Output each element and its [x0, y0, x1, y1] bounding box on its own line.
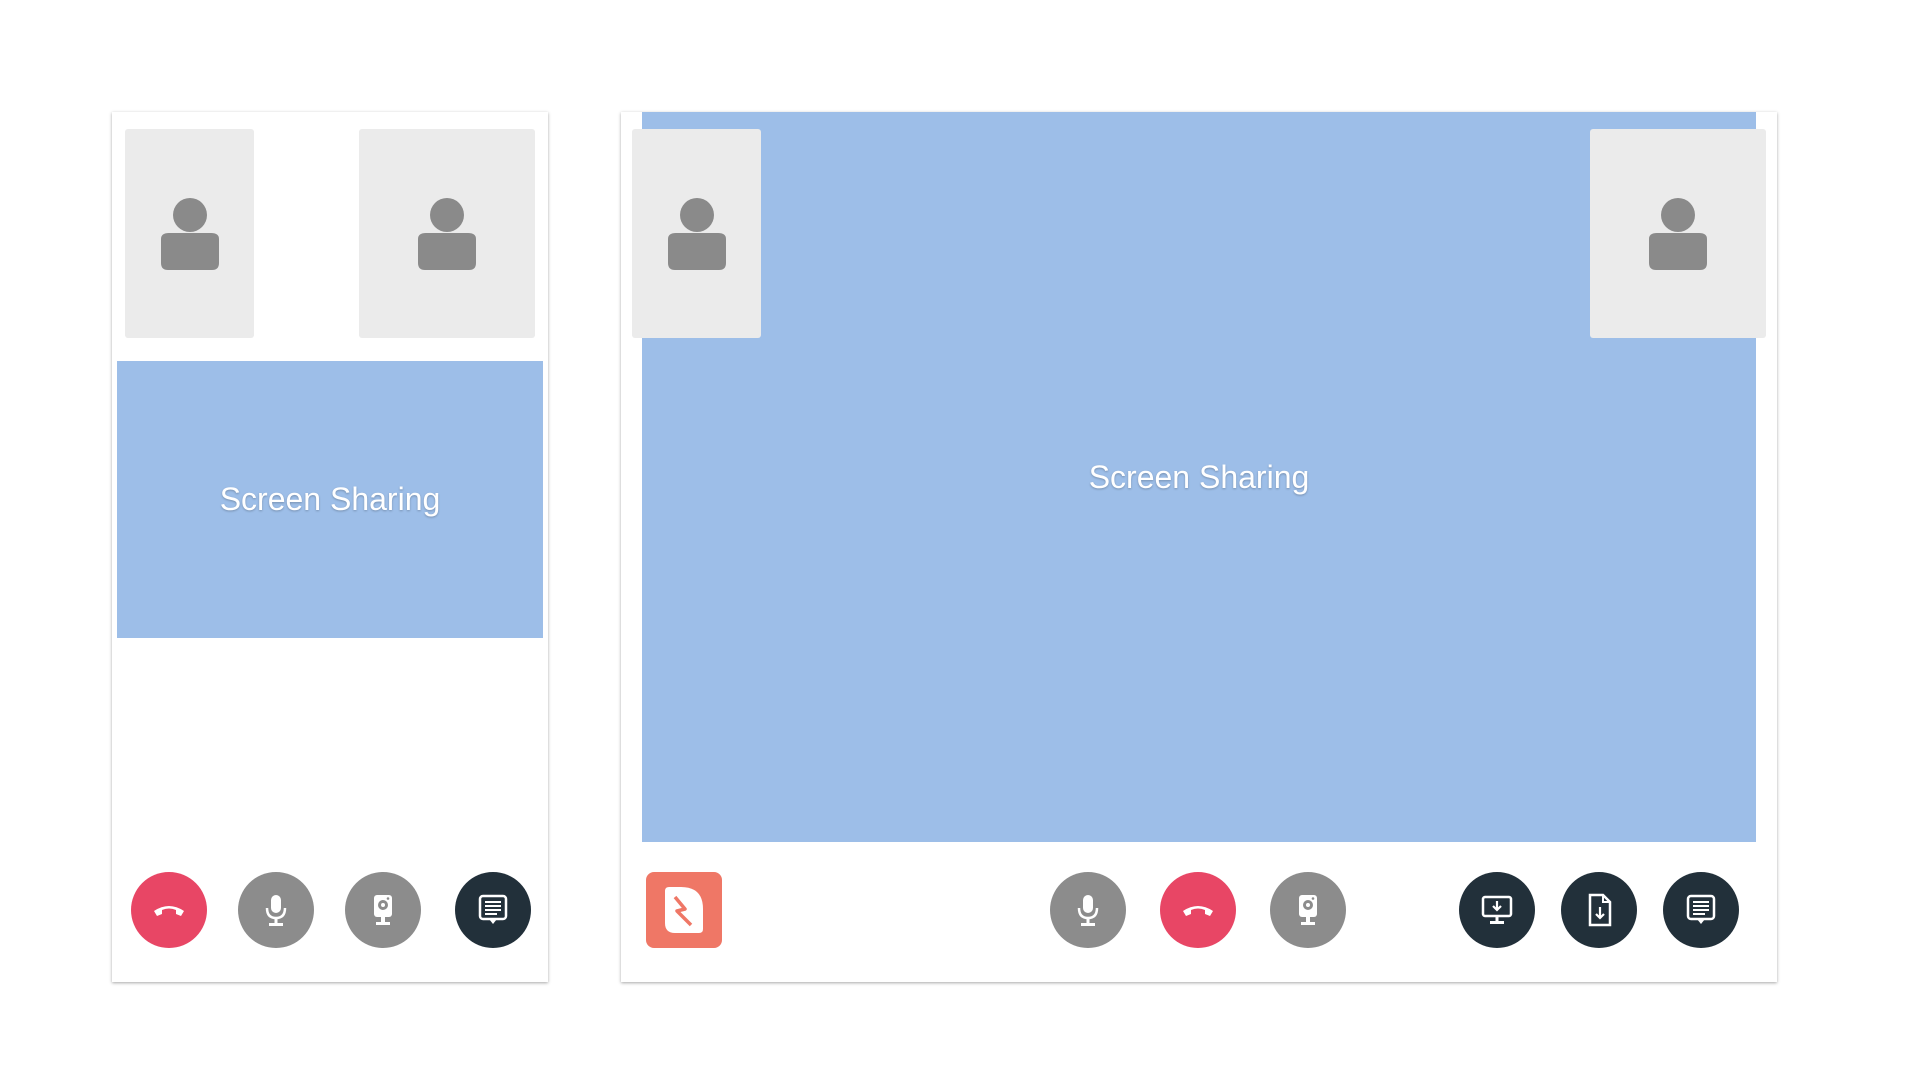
participant-tile[interactable]: [359, 129, 535, 338]
screen-share-icon: [1480, 893, 1514, 927]
hangup-icon: [152, 893, 186, 927]
microphone-button[interactable]: [1050, 872, 1126, 948]
microphone-button[interactable]: [238, 872, 314, 948]
chat-icon: [476, 893, 510, 927]
file-download-button[interactable]: [1561, 872, 1637, 948]
file-download-icon: [1582, 893, 1616, 927]
person-icon: [155, 197, 225, 271]
person-icon: [662, 197, 732, 271]
app-logo-icon: [661, 885, 707, 935]
desktop-call-frame: Screen Sharing: [621, 112, 1777, 982]
microphone-icon: [259, 893, 293, 927]
hangup-button[interactable]: [1160, 872, 1236, 948]
participant-tile[interactable]: [125, 129, 254, 338]
screen-share-area: Screen Sharing: [642, 112, 1756, 842]
hangup-button[interactable]: [131, 872, 207, 948]
participant-tile[interactable]: [632, 129, 761, 338]
app-logo[interactable]: [646, 872, 722, 948]
screen-share-label: Screen Sharing: [219, 481, 441, 517]
chat-button[interactable]: [1663, 872, 1739, 948]
camera-button[interactable]: [345, 872, 421, 948]
camera-button[interactable]: [1270, 872, 1346, 948]
person-icon: [1643, 197, 1713, 271]
screen-share-area: Screen Sharing: [117, 361, 543, 638]
screen-share-label: Screen Sharing: [1088, 458, 1310, 495]
webcam-icon: [366, 893, 400, 927]
microphone-icon: [1071, 893, 1105, 927]
mobile-call-frame: Screen Sharing: [112, 112, 548, 982]
chat-icon: [1684, 893, 1718, 927]
person-icon: [412, 197, 482, 271]
webcam-icon: [1291, 893, 1325, 927]
chat-button[interactable]: [455, 872, 531, 948]
screen-share-button[interactable]: [1459, 872, 1535, 948]
participant-tile[interactable]: [1590, 129, 1766, 338]
hangup-icon: [1181, 893, 1215, 927]
